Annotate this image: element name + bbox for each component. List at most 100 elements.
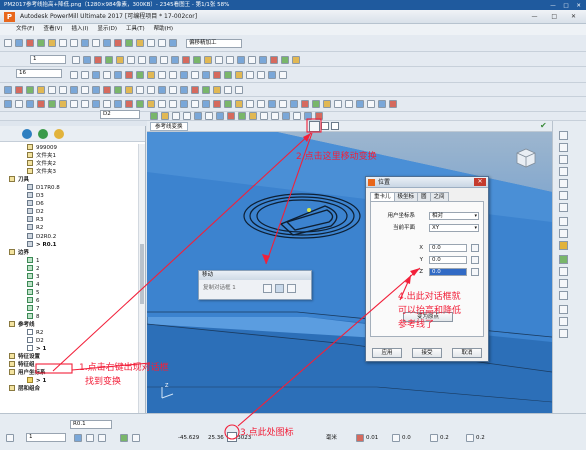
toolbar-button-icon[interactable] (180, 100, 188, 108)
toolbar-button-icon[interactable] (59, 86, 67, 94)
toolbar-button-icon[interactable] (216, 112, 224, 120)
toolbar-button-icon[interactable] (127, 56, 135, 64)
tree-item[interactable]: 3 (0, 272, 138, 281)
toolbar-button-icon[interactable] (270, 56, 278, 64)
toolbar-button-icon[interactable] (92, 86, 100, 94)
view-back-icon[interactable] (559, 191, 568, 200)
toolbar-button-icon[interactable] (81, 71, 89, 79)
toolbar-button-icon[interactable] (281, 56, 289, 64)
tolerance-icon[interactable] (356, 434, 364, 442)
move-dialog-option[interactable]: 复制对话框 1 (203, 284, 236, 293)
tree-item[interactable]: D2 (0, 208, 138, 216)
tool-combo[interactable]: D2 (100, 110, 140, 119)
toolbar-button-icon[interactable] (59, 100, 67, 108)
tree-item[interactable]: D2 (0, 337, 138, 345)
toolbar-button-icon[interactable] (224, 100, 232, 108)
refresh-icon[interactable] (559, 305, 568, 314)
z-pick-icon[interactable] (471, 268, 479, 276)
toolbar-button-icon[interactable] (312, 100, 320, 108)
toolbar-button-icon[interactable] (114, 71, 122, 79)
stepover-icon[interactable] (430, 434, 438, 442)
toolbar-button-icon[interactable] (150, 112, 158, 120)
tree-item[interactable]: R2 (0, 329, 138, 337)
toolbar-button-icon[interactable] (160, 56, 168, 64)
toolbar-button-icon[interactable] (81, 100, 89, 108)
toolbar-button-icon[interactable] (224, 71, 232, 79)
position-dialog-icon[interactable] (227, 432, 237, 442)
toolbar-button-icon[interactable] (271, 112, 279, 120)
toolbar-button-icon[interactable] (26, 86, 34, 94)
viewport-tab[interactable]: 参考线变换 (150, 122, 188, 131)
toolbar-button-icon[interactable] (125, 86, 133, 94)
model-display-icon[interactable] (559, 267, 568, 276)
app-window-controls[interactable]: — □ ✕ (531, 10, 582, 24)
status-icon-4[interactable] (120, 434, 128, 442)
toolbar-button-icon[interactable] (268, 71, 276, 79)
tree-item[interactable]: D17R0.8 (0, 184, 138, 192)
toolbar-button-icon[interactable] (114, 100, 122, 108)
toolbar-button-icon[interactable] (224, 86, 232, 94)
toolbar-button-icon[interactable] (147, 71, 155, 79)
z-field[interactable]: 0.0 (429, 268, 467, 276)
toolbar-button-icon[interactable] (202, 100, 210, 108)
toolbar-button-icon[interactable] (248, 56, 256, 64)
toolbar-button-icon[interactable] (169, 100, 177, 108)
status-icon-2[interactable] (86, 434, 94, 442)
toolbar-button-icon[interactable] (215, 56, 223, 64)
toolbar-button-icon[interactable] (161, 112, 169, 120)
tree-item[interactable]: 8 (0, 312, 138, 321)
toolbar-button-icon[interactable] (48, 100, 56, 108)
toolbar-button-icon[interactable] (59, 39, 67, 47)
active-tool-combo[interactable]: R0.1 (70, 420, 112, 429)
toolbar-button-icon[interactable] (292, 56, 300, 64)
toolbar-button-icon[interactable] (169, 39, 177, 47)
tree-item[interactable]: 文件夹1 (0, 152, 138, 160)
toolbar-button-icon[interactable] (257, 100, 265, 108)
toolbar-button-icon[interactable] (183, 112, 191, 120)
toolbar-button-icon[interactable] (105, 56, 113, 64)
toolbar-button-icon[interactable] (158, 100, 166, 108)
toolbar-button-icon[interactable] (92, 100, 100, 108)
transform-move-icon[interactable] (309, 121, 320, 132)
view-top-icon[interactable] (559, 143, 568, 152)
toolbar-button-icon[interactable] (246, 71, 254, 79)
tree-item[interactable]: 1 (0, 256, 138, 265)
explorer-help-icon[interactable] (54, 129, 64, 139)
tree-item[interactable]: 文件夹2 (0, 160, 138, 168)
toolbar-button-icon[interactable] (48, 86, 56, 94)
accept-button[interactable]: 接受 (412, 348, 442, 358)
toolbar-button-icon[interactable] (4, 100, 12, 108)
move-accept-icon[interactable] (287, 284, 296, 293)
toolbar-button-icon[interactable] (94, 56, 102, 64)
toolbar-button-icon[interactable] (279, 100, 287, 108)
toolbar-button-icon[interactable] (213, 71, 221, 79)
y-field[interactable]: 0.0 (429, 256, 467, 264)
toolbar-button-icon[interactable] (158, 86, 166, 94)
toolbar-button-icon[interactable] (194, 112, 202, 120)
toolbar-button-icon[interactable] (136, 39, 144, 47)
tree-item[interactable]: 4 (0, 280, 138, 289)
toolbar-button-icon[interactable] (103, 39, 111, 47)
toolbar-button-icon[interactable] (279, 71, 287, 79)
toolbar-button-icon[interactable] (378, 100, 386, 108)
toolbar-button-icon[interactable] (136, 100, 144, 108)
tree-item[interactable]: 特征设置 (0, 353, 138, 361)
toolbar-button-icon[interactable] (4, 39, 12, 47)
user-cs-select[interactable]: 相对 ▾ (429, 212, 479, 220)
toolbar-button-icon[interactable] (334, 100, 342, 108)
toolbar-button-icon[interactable] (172, 112, 180, 120)
toolbar-button-icon[interactable] (92, 71, 100, 79)
toolbar-button-icon[interactable] (158, 39, 166, 47)
toolbar-button-icon[interactable] (238, 112, 246, 120)
toolbar-button-icon[interactable] (81, 86, 89, 94)
apply-button[interactable]: 应用 (372, 348, 402, 358)
toolbar-button-icon[interactable] (191, 86, 199, 94)
toolbar-button-icon[interactable] (191, 100, 199, 108)
block-display-icon[interactable] (559, 279, 568, 288)
toolbar-button-icon[interactable] (114, 39, 122, 47)
toolbar-button-icon[interactable] (323, 100, 331, 108)
toolbar-button-icon[interactable] (15, 86, 23, 94)
toolbar-button-icon[interactable] (125, 100, 133, 108)
tool-display-icon[interactable] (559, 291, 568, 300)
menu-file[interactable]: 文件(F) (16, 24, 34, 35)
